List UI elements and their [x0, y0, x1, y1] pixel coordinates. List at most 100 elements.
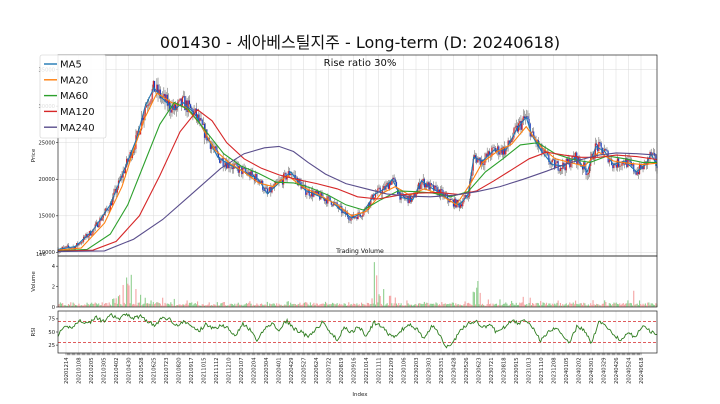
- volume-bar: [322, 303, 324, 307]
- x-tick-label: 20240301: [589, 358, 595, 384]
- volume-bar: [155, 303, 157, 307]
- candle-body: [153, 80, 156, 92]
- volume-bar: [323, 304, 325, 307]
- x-tick-label: 20220107: [239, 358, 245, 384]
- volume-bar: [520, 303, 522, 307]
- candle-body: [331, 204, 334, 206]
- candle-body: [393, 177, 395, 180]
- candle-body: [155, 91, 157, 93]
- volume-bar: [170, 302, 172, 307]
- candle-body: [146, 105, 149, 106]
- volume-bar: [519, 302, 521, 307]
- volume-bar: [84, 304, 86, 307]
- candle-body: [444, 193, 446, 195]
- volume-bar: [126, 277, 128, 307]
- candle-body: [181, 96, 184, 106]
- candle-body: [629, 160, 631, 163]
- volume-bar: [297, 304, 299, 307]
- volume-bar: [270, 304, 272, 307]
- volume-bar: [67, 304, 70, 307]
- volume-bar: [324, 301, 327, 307]
- volume-bar: [505, 302, 507, 307]
- x-tick-label: 20210205: [89, 358, 95, 384]
- volume-bar: [579, 303, 581, 307]
- x-tick-label: 20220304: [264, 357, 270, 384]
- volume-bar: [609, 303, 612, 307]
- candle-body: [558, 170, 560, 172]
- volume-bar: [431, 303, 434, 307]
- volume-bar: [363, 304, 365, 307]
- candle-body: [554, 159, 556, 169]
- candle-body: [202, 123, 204, 125]
- x-tick-label: 20240105: [564, 358, 570, 384]
- volume-bar: [580, 303, 582, 307]
- volume-bar: [287, 301, 289, 307]
- legend: MA5 MA20 MA60 MA120 MA240: [39, 54, 107, 139]
- candle-body: [91, 234, 93, 236]
- volume-bar: [286, 301, 288, 307]
- volume-bar: [336, 303, 338, 307]
- volume-bar: [552, 304, 555, 307]
- volume-bar: [618, 304, 620, 307]
- volume-bar: [629, 302, 631, 307]
- volume-bar: [511, 300, 513, 307]
- volume-panel-frame: [57, 255, 658, 308]
- volume-bar: [299, 302, 301, 307]
- volume-bar: [390, 295, 392, 307]
- candle-body: [445, 194, 448, 195]
- volume-bar: [393, 303, 395, 307]
- volume-bar: [236, 303, 238, 307]
- volume-bar: [435, 302, 437, 307]
- candle-body: [435, 185, 437, 188]
- volume-bar: [335, 304, 337, 307]
- volume-bar: [371, 298, 373, 307]
- candle-body: [523, 116, 526, 118]
- x-tick-label: 20220429: [289, 358, 295, 384]
- volume-bar: [156, 302, 158, 307]
- candle-body: [189, 104, 192, 109]
- volume-bar: [535, 303, 537, 307]
- volume-bar: [612, 304, 614, 307]
- volume-bar: [142, 304, 144, 307]
- candle-body: [349, 219, 351, 221]
- x-axis-label: Index: [352, 392, 368, 398]
- volume-bar: [385, 304, 387, 307]
- rise-ratio-annotation: Rise ratio 30%: [324, 58, 397, 69]
- volume-bar: [495, 303, 498, 307]
- x-tick-label: 20230203: [414, 358, 420, 384]
- volume-bar: [614, 303, 616, 307]
- volume-bar: [613, 302, 615, 307]
- candle-body: [335, 202, 337, 204]
- volume-bar: [137, 302, 139, 307]
- volume-bar: [595, 303, 598, 307]
- candle-body: [599, 142, 601, 143]
- x-tick-label: 20230623: [476, 358, 482, 384]
- candle-body: [163, 93, 165, 97]
- volume-bar: [494, 303, 496, 307]
- candle-body: [467, 196, 470, 198]
- candle-body: [65, 246, 67, 248]
- candle-body: [215, 146, 217, 151]
- x-tick-label: 20210625: [151, 358, 157, 384]
- volume-bar: [92, 304, 94, 307]
- volume-bar: [293, 303, 295, 307]
- candle-body: [230, 167, 232, 169]
- volume-bar: [502, 303, 505, 307]
- volume-bar: [642, 303, 644, 307]
- volume-bar: [167, 303, 170, 307]
- volume-bar: [116, 303, 118, 307]
- volume-bar: [108, 302, 110, 307]
- volume-bar: [445, 304, 448, 307]
- volume-bar: [479, 292, 481, 307]
- volume-bar: [78, 303, 80, 307]
- volume-bar: [378, 294, 380, 307]
- x-tick-label: 20230915: [514, 358, 520, 384]
- volume-bar: [123, 302, 125, 307]
- volume-bar: [294, 304, 296, 307]
- volume-bar: [380, 303, 382, 307]
- volume-bar: [59, 302, 61, 307]
- volume-bar: [536, 302, 538, 307]
- volume-bar: [571, 303, 573, 307]
- volume-bar: [250, 303, 252, 307]
- volume-bar: [319, 304, 321, 307]
